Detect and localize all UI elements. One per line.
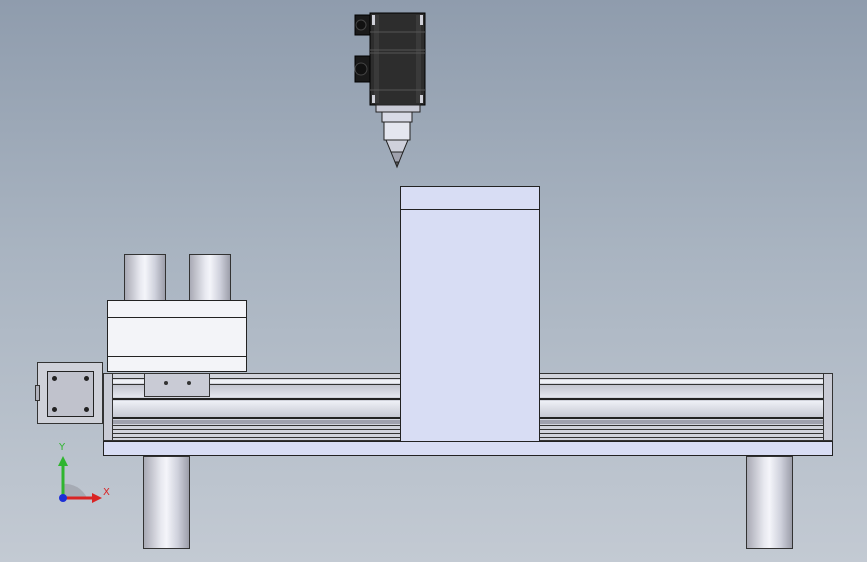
z-axis-dot <box>59 494 67 502</box>
base-plate <box>103 441 833 456</box>
center-column <box>400 186 540 442</box>
rail-end-cap-left <box>103 373 113 441</box>
rail-end-plate <box>35 362 103 424</box>
carriage-screw <box>164 381 168 385</box>
fixture-block <box>107 300 247 372</box>
x-axis-label: X <box>103 487 110 498</box>
leg-left <box>143 456 190 549</box>
cylinder-left <box>124 254 166 302</box>
leg-right <box>746 456 793 549</box>
coordinate-triad: Y X <box>50 442 120 508</box>
motor-flange <box>47 371 94 417</box>
flange-bolt <box>84 376 89 381</box>
cylinder-right <box>189 254 231 302</box>
side-knob <box>35 385 40 401</box>
triad-arc <box>63 483 87 498</box>
spindle-assembly <box>352 12 432 172</box>
flange-bolt <box>84 407 89 412</box>
carriage-plate <box>144 373 210 397</box>
flange-bolt <box>52 407 57 412</box>
carriage-screw <box>187 381 191 385</box>
rail-end-cap-right <box>823 373 833 441</box>
spindle-motor-drawing <box>354 12 426 169</box>
y-axis-label: Y <box>59 442 66 453</box>
flange-bolt <box>52 376 57 381</box>
